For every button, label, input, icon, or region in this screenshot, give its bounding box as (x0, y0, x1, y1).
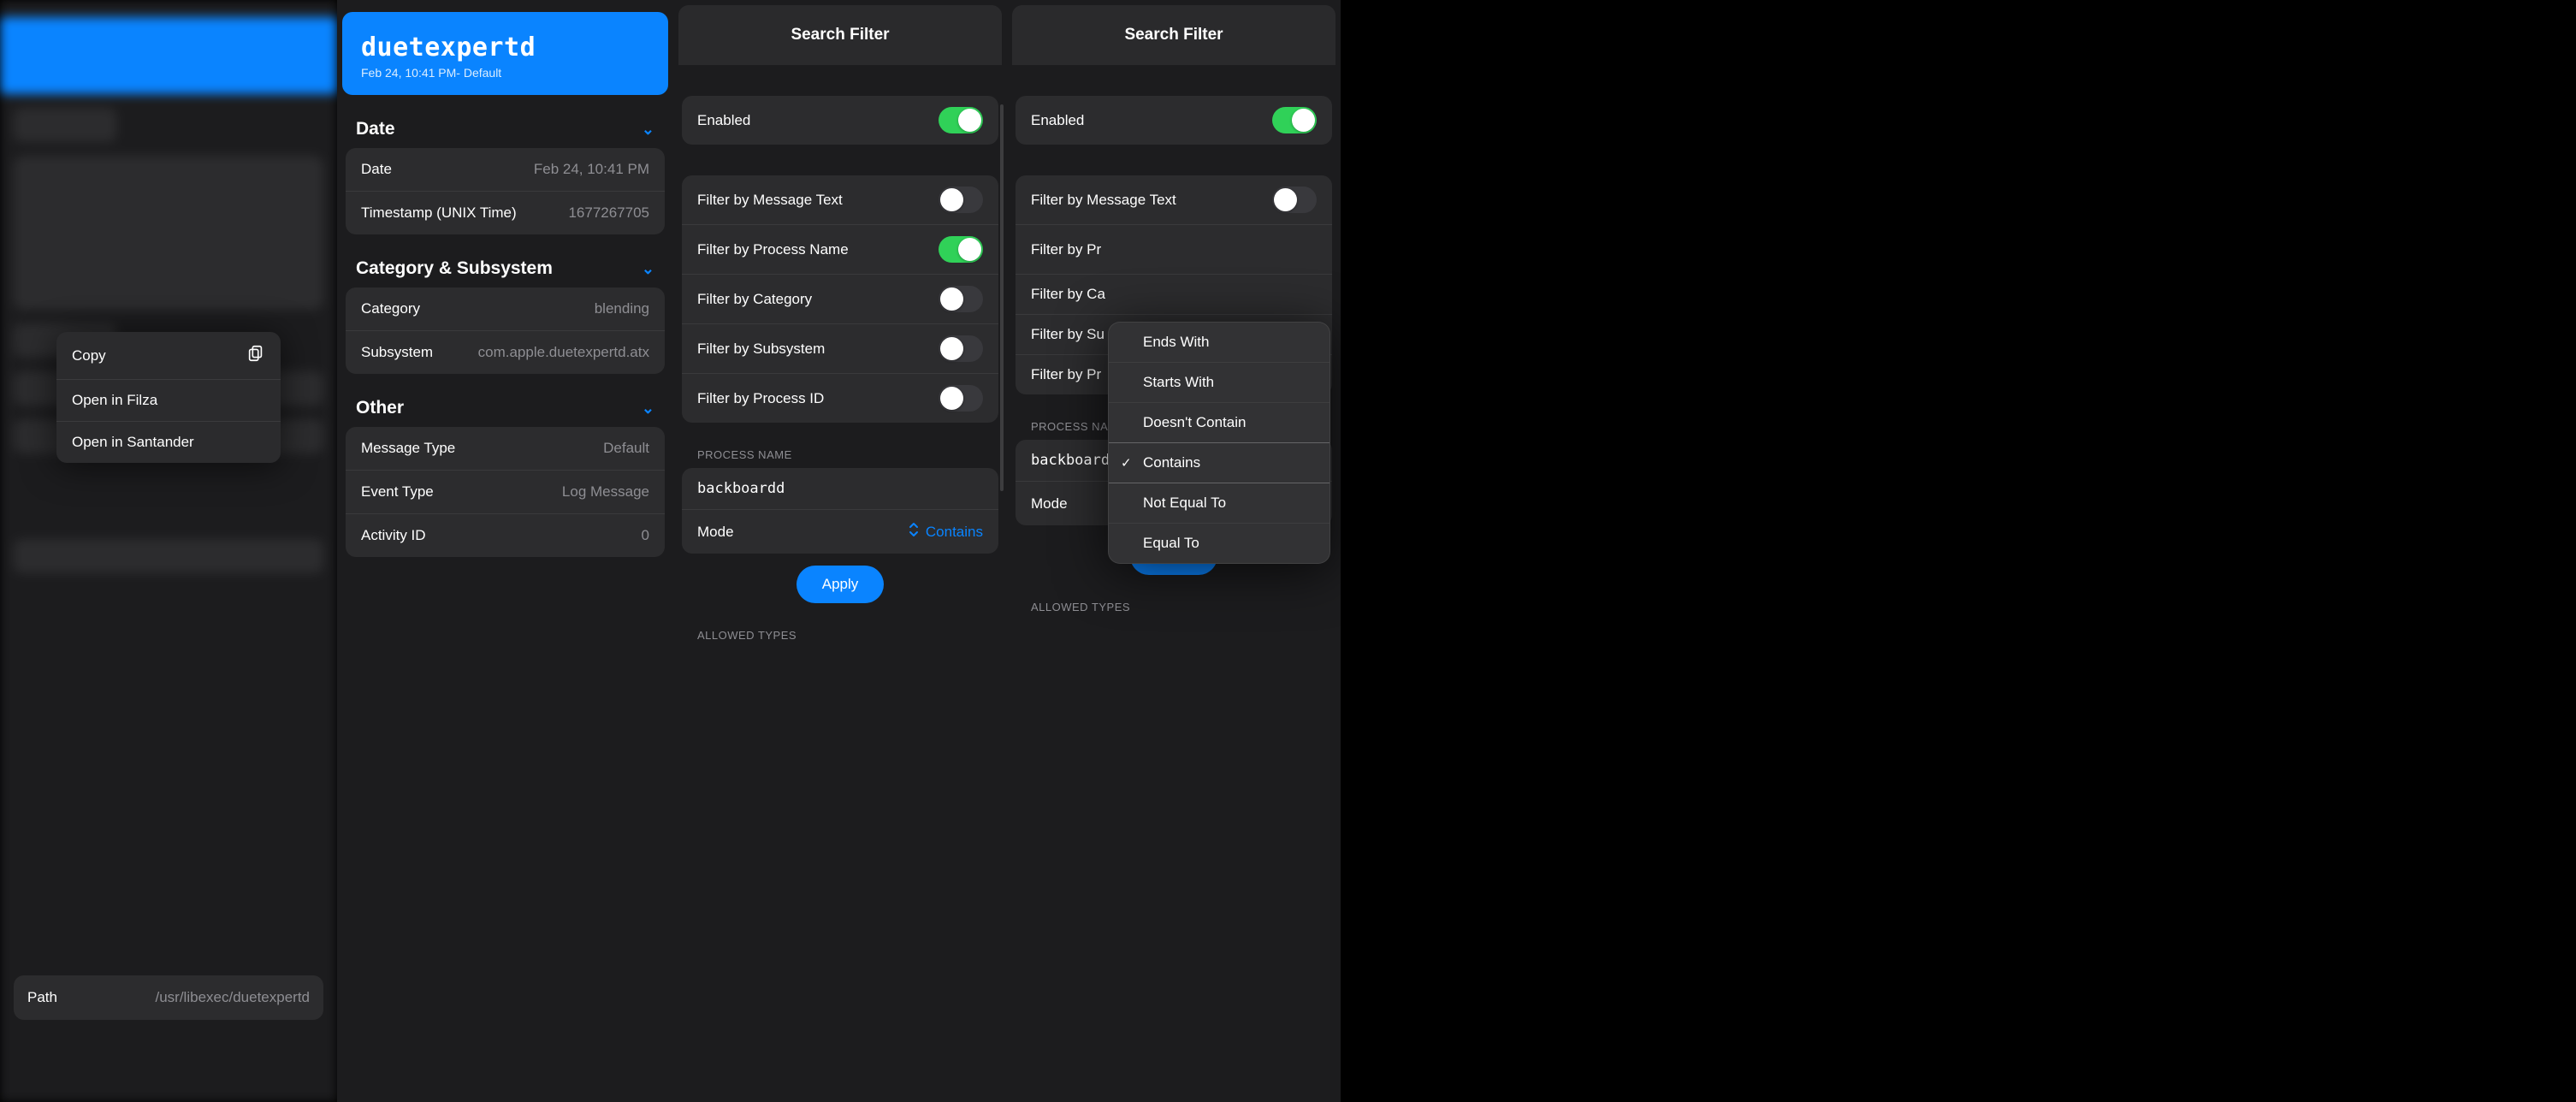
row-timestamp: Timestamp (UNIX Time) 1677267705 (346, 192, 665, 234)
detail-header: duetexpertd Feb 24, 10:41 PM- Default (342, 12, 668, 95)
other-card: Message Type Default Event Type Log Mess… (346, 427, 665, 557)
filter-cat-label: Filter by Category (697, 291, 812, 308)
mt-k: Message Type (361, 440, 455, 457)
chevron-down-icon: ⌄ (642, 260, 654, 278)
ctx-copy-label: Copy (72, 347, 106, 364)
copy-icon (246, 344, 265, 367)
aid-k: Activity ID (361, 527, 426, 544)
path-value: /usr/libexec/duetexpertd (156, 989, 311, 1006)
mode-starts-with[interactable]: Starts With (1109, 363, 1329, 403)
mode-label-2: Mode (1031, 495, 1068, 512)
path-label: Path (27, 989, 57, 1006)
process-name-input[interactable]: backboardd (682, 468, 998, 510)
filters-card: Filter by Message Text Filter by Process… (682, 175, 998, 423)
filter-msg-label: Filter by Message Text (697, 192, 843, 209)
filter-sub-label: Filter by Subsystem (697, 341, 825, 358)
sub-v: com.apple.duetexpertd.atx (478, 344, 649, 361)
detail-title: duetexpertd (361, 33, 649, 62)
filter-sub-label-2: Filter by Su (1031, 326, 1104, 343)
section-other-header[interactable]: Other ⌄ (337, 374, 673, 427)
updown-icon (907, 521, 921, 542)
process-name-card: backboardd Mode Contains (682, 468, 998, 554)
enabled-card-2: Enabled (1016, 96, 1332, 145)
cat-k: Category (361, 300, 420, 317)
row-subsystem: Subsystem com.apple.duetexpertd.atx (346, 331, 665, 374)
mode-ends-with[interactable]: Ends With (1109, 323, 1329, 363)
enabled-label-2: Enabled (1031, 112, 1084, 129)
section-date-header[interactable]: Date ⌄ (337, 95, 673, 148)
ctx-copy[interactable]: Copy (56, 332, 281, 380)
filter-pid-toggle[interactable] (939, 385, 983, 412)
mode-picker[interactable]: Mode Contains (682, 510, 998, 554)
ts-k: Timestamp (UNIX Time) (361, 204, 517, 222)
scrollbar[interactable] (1000, 104, 1004, 491)
row-date: Date Feb 24, 10:41 PM (346, 148, 665, 192)
mode-equal[interactable]: Equal To (1109, 524, 1329, 563)
row-message-type: Message Type Default (346, 427, 665, 471)
search-filter-title-2: Search Filter (1012, 5, 1335, 65)
ctx-open-santander-label: Open in Santander (72, 434, 194, 451)
chevron-down-icon: ⌄ (642, 121, 654, 139)
enabled-toggle-2[interactable] (1272, 107, 1317, 133)
cat-v: blending (595, 300, 649, 317)
sub-k: Subsystem (361, 344, 433, 361)
filter-msg-toggle[interactable] (939, 187, 983, 213)
filter-sub-toggle[interactable] (939, 335, 983, 362)
mode-contains[interactable]: ✓ Contains (1109, 443, 1329, 483)
aid-v: 0 (642, 527, 649, 544)
path-card: Path /usr/libexec/duetexpertd (14, 975, 323, 1020)
mode-not-equal[interactable]: Not Equal To (1109, 483, 1329, 524)
filter-msg-toggle-2[interactable] (1272, 187, 1317, 213)
mt-v: Default (603, 440, 649, 457)
section-catsub-header[interactable]: Category & Subsystem ⌄ (337, 234, 673, 287)
enabled-toggle[interactable] (939, 107, 983, 133)
date-v: Feb 24, 10:41 PM (534, 161, 649, 178)
allowed-types-label-2: ALLOWED TYPES (1016, 575, 1332, 620)
filter-proc-label-2: Filter by Pr (1031, 241, 1101, 258)
mode-doesnt-contain[interactable]: Doesn't Contain (1109, 403, 1329, 443)
detail-subtitle: Feb 24, 10:41 PM- Default (361, 66, 649, 80)
et-v: Log Message (562, 483, 649, 501)
mode-label: Mode (697, 524, 734, 541)
filter-pid-label: Filter by Process ID (697, 390, 824, 407)
filter-pid-label-2: Filter by Pr (1031, 366, 1101, 383)
date-card: Date Feb 24, 10:41 PM Timestamp (UNIX Ti… (346, 148, 665, 234)
filter-msg-label-2: Filter by Message Text (1031, 192, 1176, 209)
search-filter-title: Search Filter (678, 5, 1002, 65)
date-k: Date (361, 161, 392, 178)
checkmark-icon: ✓ (1121, 455, 1132, 471)
enabled-label: Enabled (697, 112, 750, 129)
context-menu: Copy Open in Filza Open in Santander (56, 332, 281, 463)
ctx-open-santander[interactable]: Open in Santander (56, 422, 281, 463)
allowed-types-label: ALLOWED TYPES (682, 603, 998, 649)
mode-menu: Ends With Starts With Doesn't Contain ✓ … (1108, 322, 1330, 564)
filter-cat-label-2: Filter by Ca (1031, 286, 1105, 303)
row-category: Category blending (346, 287, 665, 331)
section-catsub-label: Category & Subsystem (356, 258, 553, 279)
ctx-open-filza-label: Open in Filza (72, 392, 157, 409)
process-name-label: PROCESS NAME (682, 423, 998, 468)
section-date-label: Date (356, 119, 395, 139)
row-activity-id: Activity ID 0 (346, 514, 665, 557)
enabled-card: Enabled (682, 96, 998, 145)
et-k: Event Type (361, 483, 434, 501)
filter-proc-toggle[interactable] (939, 236, 983, 263)
filter-cat-toggle[interactable] (939, 286, 983, 312)
section-other-label: Other (356, 398, 404, 418)
row-event-type: Event Type Log Message (346, 471, 665, 514)
mode-value: Contains (926, 524, 983, 541)
ts-v: 1677267705 (568, 204, 649, 222)
filter-proc-label: Filter by Process Name (697, 241, 849, 258)
ctx-open-filza[interactable]: Open in Filza (56, 380, 281, 422)
catsub-card: Category blending Subsystem com.apple.du… (346, 287, 665, 374)
chevron-down-icon: ⌄ (642, 400, 654, 418)
apply-button[interactable]: Apply (796, 566, 885, 603)
